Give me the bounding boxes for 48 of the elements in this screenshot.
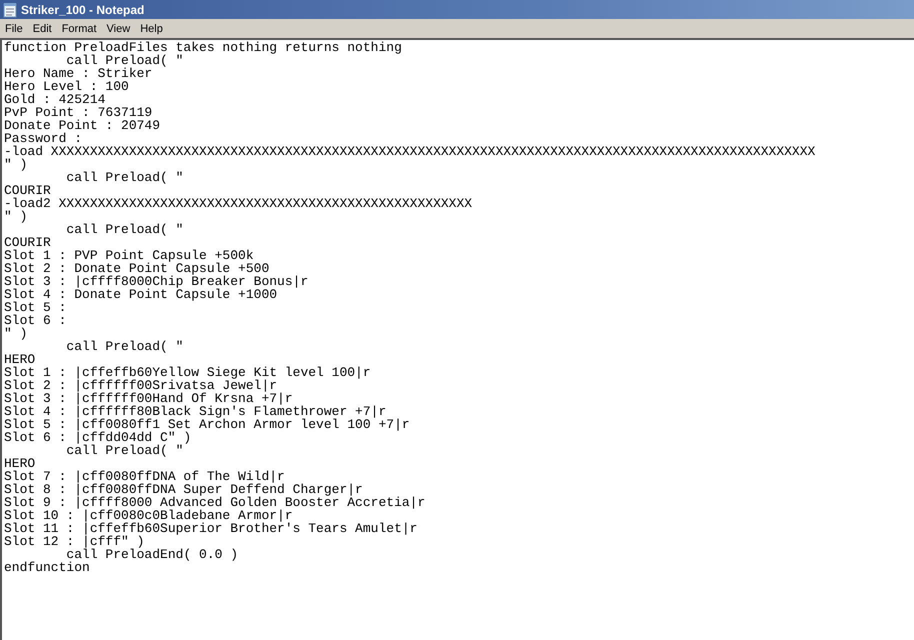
code-line: Slot 4 : |cffffff80Black Sign's Flamethrower +7|r	[4, 405, 386, 418]
code-line: " )	[4, 327, 28, 340]
code-line: Gold : 425214	[4, 93, 106, 106]
code-line: HERO	[4, 457, 36, 470]
code-line: Slot 5 : |cff0080ff1 Set Archon Armor level 100 +7|r	[4, 418, 410, 431]
code-line: " )	[4, 158, 28, 171]
code-line: call Preload( "	[65, 340, 184, 353]
menu-item[interactable]: Edit	[28, 22, 57, 34]
code-line: Donate Point : 20749	[4, 119, 160, 132]
code-line: -load XXXXXXXXXXXXXXXXXXXXXXXXXXXXXXXXXXXXXXXXXXXXXXXXXXXXXXXXXXXXXXXXXXXXXXXXXXXXXXXXXXXXXXXXXXXXXXXXXX	[4, 145, 816, 158]
code-line: Hero Level : 100	[4, 80, 129, 93]
code-line: Slot 7 : |cff0080ffDNA of The Wild|r	[4, 470, 285, 483]
code-line: Slot 3 : |cffffff00Hand Of Krsna +7|r	[4, 392, 293, 405]
code-line: Slot 2 : Donate Point Capsule +500	[4, 262, 270, 275]
code-line: call Preload( "	[65, 444, 184, 457]
code-line: Slot 4 : Donate Point Capsule +1000	[4, 288, 278, 301]
code-line: Slot 10 : |cff0080c0Bladebane Armor|r	[4, 509, 293, 522]
code-line: Slot 2 : |cffffff00Srivatsa Jewel|r	[4, 379, 278, 392]
code-line: Password :	[4, 132, 82, 145]
menu-item[interactable]: View	[102, 22, 136, 34]
code-line: Slot 11 : |cffeffb60Superior Brother's Tears Amulet|r	[4, 522, 418, 535]
menu-item[interactable]: Format	[56, 22, 102, 34]
code-line: endfunction	[4, 561, 90, 574]
code-line: PvP Point : 7637119	[4, 106, 152, 119]
code-line: Slot 12 : |cfff" )	[4, 535, 144, 548]
code-line: COURIR	[4, 236, 51, 249]
code-line: call Preload( "	[65, 171, 184, 184]
code-line: call Preload( "	[65, 54, 184, 67]
code-line: Hero Name : Striker	[4, 67, 152, 80]
code-line: Slot 8 : |cff0080ffDNA Super Deffend Charger|r	[4, 483, 363, 496]
code-line: Slot 6 : |cffdd04dd C" )	[4, 431, 192, 444]
code-line: call PreloadEnd( 0.0 )	[66, 548, 238, 561]
code-line: Slot 5 :	[4, 301, 66, 314]
code-line: Slot 1 : PVP Point Capsule +500k	[4, 249, 254, 262]
code-line: COURIR	[4, 184, 51, 197]
window-title: Striker_100 - Notepad	[21, 2, 144, 16]
code-line: function PreloadFiles takes nothing returns nothing	[4, 41, 402, 54]
code-line: call Preload( "	[65, 223, 184, 236]
code-line: Slot 3 : |cffff8000Chip Breaker Bonus|r	[4, 275, 308, 288]
notepad-icon	[3, 2, 17, 18]
code-line: HERO	[4, 353, 36, 366]
code-line: " )	[4, 210, 28, 223]
code-line: Slot 6 :	[4, 314, 66, 327]
menu-item[interactable]: File	[0, 22, 28, 34]
menu-item[interactable]: Help	[135, 22, 168, 34]
code-line: -load2 XXXXXXXXXXXXXXXXXXXXXXXXXXXXXXXXXXXXXXXXXXXXXXXXXXXXX	[4, 197, 472, 210]
code-line: Slot 9 : |cffff8000 Advanced Golden Booster Accretia|r	[4, 496, 426, 509]
code-line: Slot 1 : |cffeffb60Yellow Siege Kit level 100|r	[4, 366, 371, 379]
